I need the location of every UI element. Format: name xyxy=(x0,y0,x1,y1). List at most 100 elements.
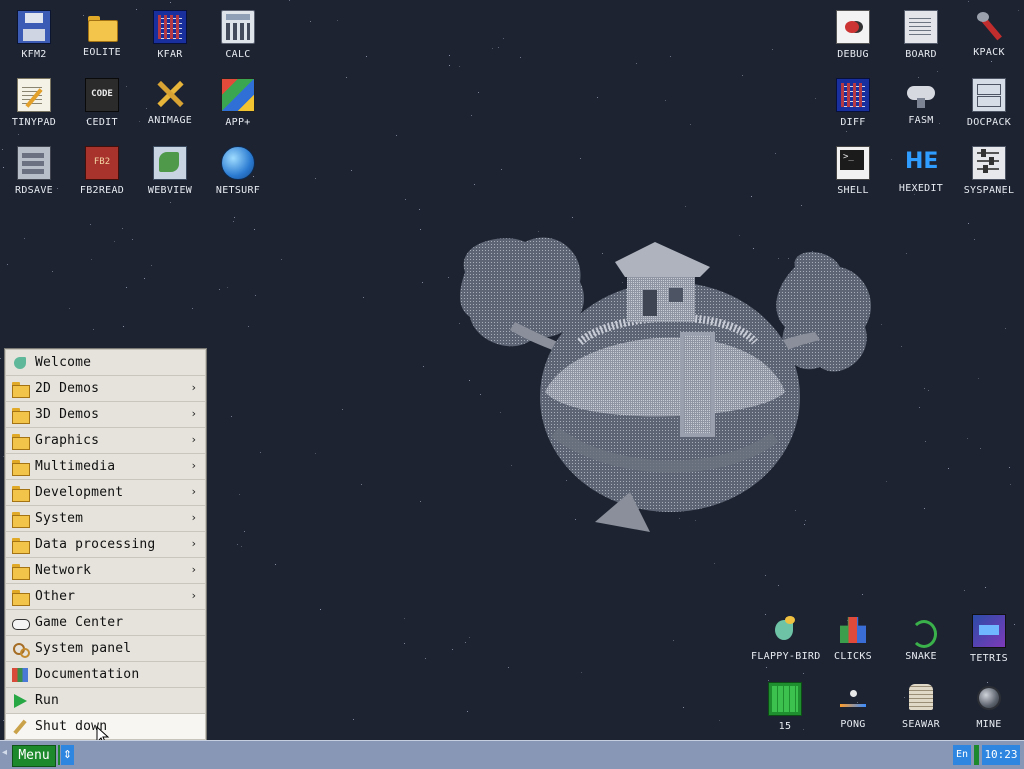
menu-item-system[interactable]: System › xyxy=(6,506,205,532)
icon-label: FB2READ xyxy=(79,185,125,196)
taskbar-separator xyxy=(58,745,60,765)
desktop-icon-app-plus[interactable]: APP+ xyxy=(204,70,272,128)
menu-item-2d-demos[interactable]: 2D Demos › xyxy=(6,376,205,402)
desktop-icon-webview[interactable]: WEBVIEW xyxy=(136,138,204,196)
star-dot xyxy=(315,453,316,454)
star-dot xyxy=(1005,328,1006,329)
menu-button[interactable]: Menu xyxy=(12,745,56,767)
floppy-icon xyxy=(17,10,51,44)
desktop-icon-animage[interactable]: ANIMAGE xyxy=(136,70,204,126)
star-dot xyxy=(233,221,234,222)
icon-label: SNAKE xyxy=(905,651,937,662)
desktop-icon-tinypad[interactable]: TINYPAD xyxy=(0,70,68,128)
desktop-icon-docpack[interactable]: DOCPACK xyxy=(955,70,1023,128)
desktop-icon-cedit[interactable]: CODE CEDIT xyxy=(68,70,136,128)
menu-item-3d-demos[interactable]: 3D Demos › xyxy=(6,402,205,428)
star-dot xyxy=(346,77,347,78)
menu-item-label: Documentation xyxy=(35,667,140,682)
star-dot xyxy=(366,56,367,57)
star-dot xyxy=(255,295,256,296)
desktop-icon-debug[interactable]: DEBUG xyxy=(819,2,887,60)
folder-icon xyxy=(11,381,30,398)
star-dot xyxy=(665,100,666,101)
desktop-icon-fb2read[interactable]: FB2 FB2READ xyxy=(68,138,136,196)
desktop-icon-eolite[interactable]: EOLITE xyxy=(68,2,136,58)
menu-item-welcome[interactable]: Welcome xyxy=(6,350,205,376)
desktop-icon-seawar[interactable]: SEAWAR xyxy=(887,674,955,730)
star-dot xyxy=(254,229,255,230)
star-dot xyxy=(422,282,423,283)
menu-item-graphics[interactable]: Graphics › xyxy=(6,428,205,454)
menu-item-network[interactable]: Network › xyxy=(6,558,205,584)
folder-icon xyxy=(11,459,30,476)
desktop-icon-fasm[interactable]: FASM xyxy=(887,70,955,126)
star-dot xyxy=(239,494,240,495)
desktop-icon-kfar[interactable]: KFAR xyxy=(136,2,204,60)
desktop-icon-hexedit[interactable]: HE HEXEDIT xyxy=(887,138,955,194)
icon-label: FLAPPY-BIRD xyxy=(751,651,821,662)
menu-item-documentation[interactable]: Documentation xyxy=(6,662,205,688)
star-dot xyxy=(425,658,426,659)
taskbar-scroll-left-icon[interactable]: ◂ xyxy=(2,747,7,758)
menu-item-data-processing[interactable]: Data processing › xyxy=(6,532,205,558)
desktop-icon-snake[interactable]: SNAKE xyxy=(887,606,955,662)
desktop-icon-netsurf[interactable]: NETSURF xyxy=(204,138,272,196)
desktop-icon-board[interactable]: BOARD xyxy=(887,2,955,60)
desktop-icon-diff[interactable]: DIFF xyxy=(819,70,887,128)
icon-label: KPACK xyxy=(973,47,1005,58)
desktop-icon-kfm2[interactable]: KFM2 xyxy=(0,2,68,60)
menu-item-game-center[interactable]: Game Center xyxy=(6,610,205,636)
window-switch-icon[interactable]: ⇕ xyxy=(61,745,74,765)
star-dot xyxy=(778,585,779,586)
menu-item-development[interactable]: Development › xyxy=(6,480,205,506)
desktop-icon-rdsave[interactable]: RDSAVE xyxy=(0,138,68,196)
menu-item-other[interactable]: Other › xyxy=(6,584,205,610)
star-dot xyxy=(244,531,245,532)
menu-item-label: Development xyxy=(35,485,124,500)
menu-item-label: Multimedia xyxy=(35,459,116,474)
star-dot xyxy=(714,563,715,564)
star-dot xyxy=(978,378,979,379)
star-dot xyxy=(690,124,691,125)
desktop-icon-shell[interactable]: SHELL xyxy=(819,138,887,196)
menu-item-multimedia[interactable]: Multimedia › xyxy=(6,454,205,480)
submenu-arrow-icon: › xyxy=(191,407,196,420)
icon-label: BOARD xyxy=(905,49,937,60)
menu-item-run[interactable]: Run xyxy=(6,688,205,714)
desktop-icon-pong[interactable]: PONG xyxy=(819,674,887,730)
star-dot xyxy=(1009,467,1010,468)
desktop-icon-kpack[interactable]: KPACK xyxy=(955,2,1023,58)
desktop-icon-tetris[interactable]: TETRIS xyxy=(955,606,1023,664)
star-dot xyxy=(342,409,343,410)
desktop-icon-syspanel[interactable]: SYSPANEL xyxy=(955,138,1023,196)
menu-item-label: System xyxy=(35,511,84,526)
desktop-icon-15[interactable]: 15 xyxy=(751,674,819,732)
star-dot xyxy=(886,481,887,482)
desktop-icon-calc[interactable]: CALC xyxy=(204,2,272,60)
star-dot xyxy=(636,63,637,64)
calculator-icon xyxy=(221,10,255,44)
desktop-icon-flappy-bird[interactable]: FLAPPY-BIRD xyxy=(751,606,821,662)
terminal-icon xyxy=(836,146,870,180)
icon-label: APP+ xyxy=(225,117,251,128)
star-dot xyxy=(683,707,684,708)
icon-label: ANIMAGE xyxy=(147,115,193,126)
globe-icon xyxy=(221,146,255,180)
desktop-icon-clicks[interactable]: CLICKS xyxy=(819,606,887,662)
clock[interactable]: 10:23 xyxy=(982,745,1020,765)
star-dot xyxy=(219,289,220,290)
star-dot xyxy=(765,575,766,576)
language-indicator[interactable]: En xyxy=(953,745,971,765)
books-icon xyxy=(11,667,29,683)
star-dot xyxy=(980,448,981,449)
icon-label: NETSURF xyxy=(215,185,261,196)
menu-item-system-panel[interactable]: System panel xyxy=(6,636,205,662)
folder-icon xyxy=(11,563,30,580)
code-icon: CODE xyxy=(85,78,119,112)
start-menu: Welcome 2D Demos › 3D Demos › Graphics ›… xyxy=(5,349,206,740)
bird-icon xyxy=(11,355,29,371)
desktop-icon-mine[interactable]: MINE xyxy=(955,674,1023,730)
star-dot xyxy=(597,97,598,98)
star-dot xyxy=(670,56,671,57)
cabinet-icon xyxy=(972,78,1006,112)
